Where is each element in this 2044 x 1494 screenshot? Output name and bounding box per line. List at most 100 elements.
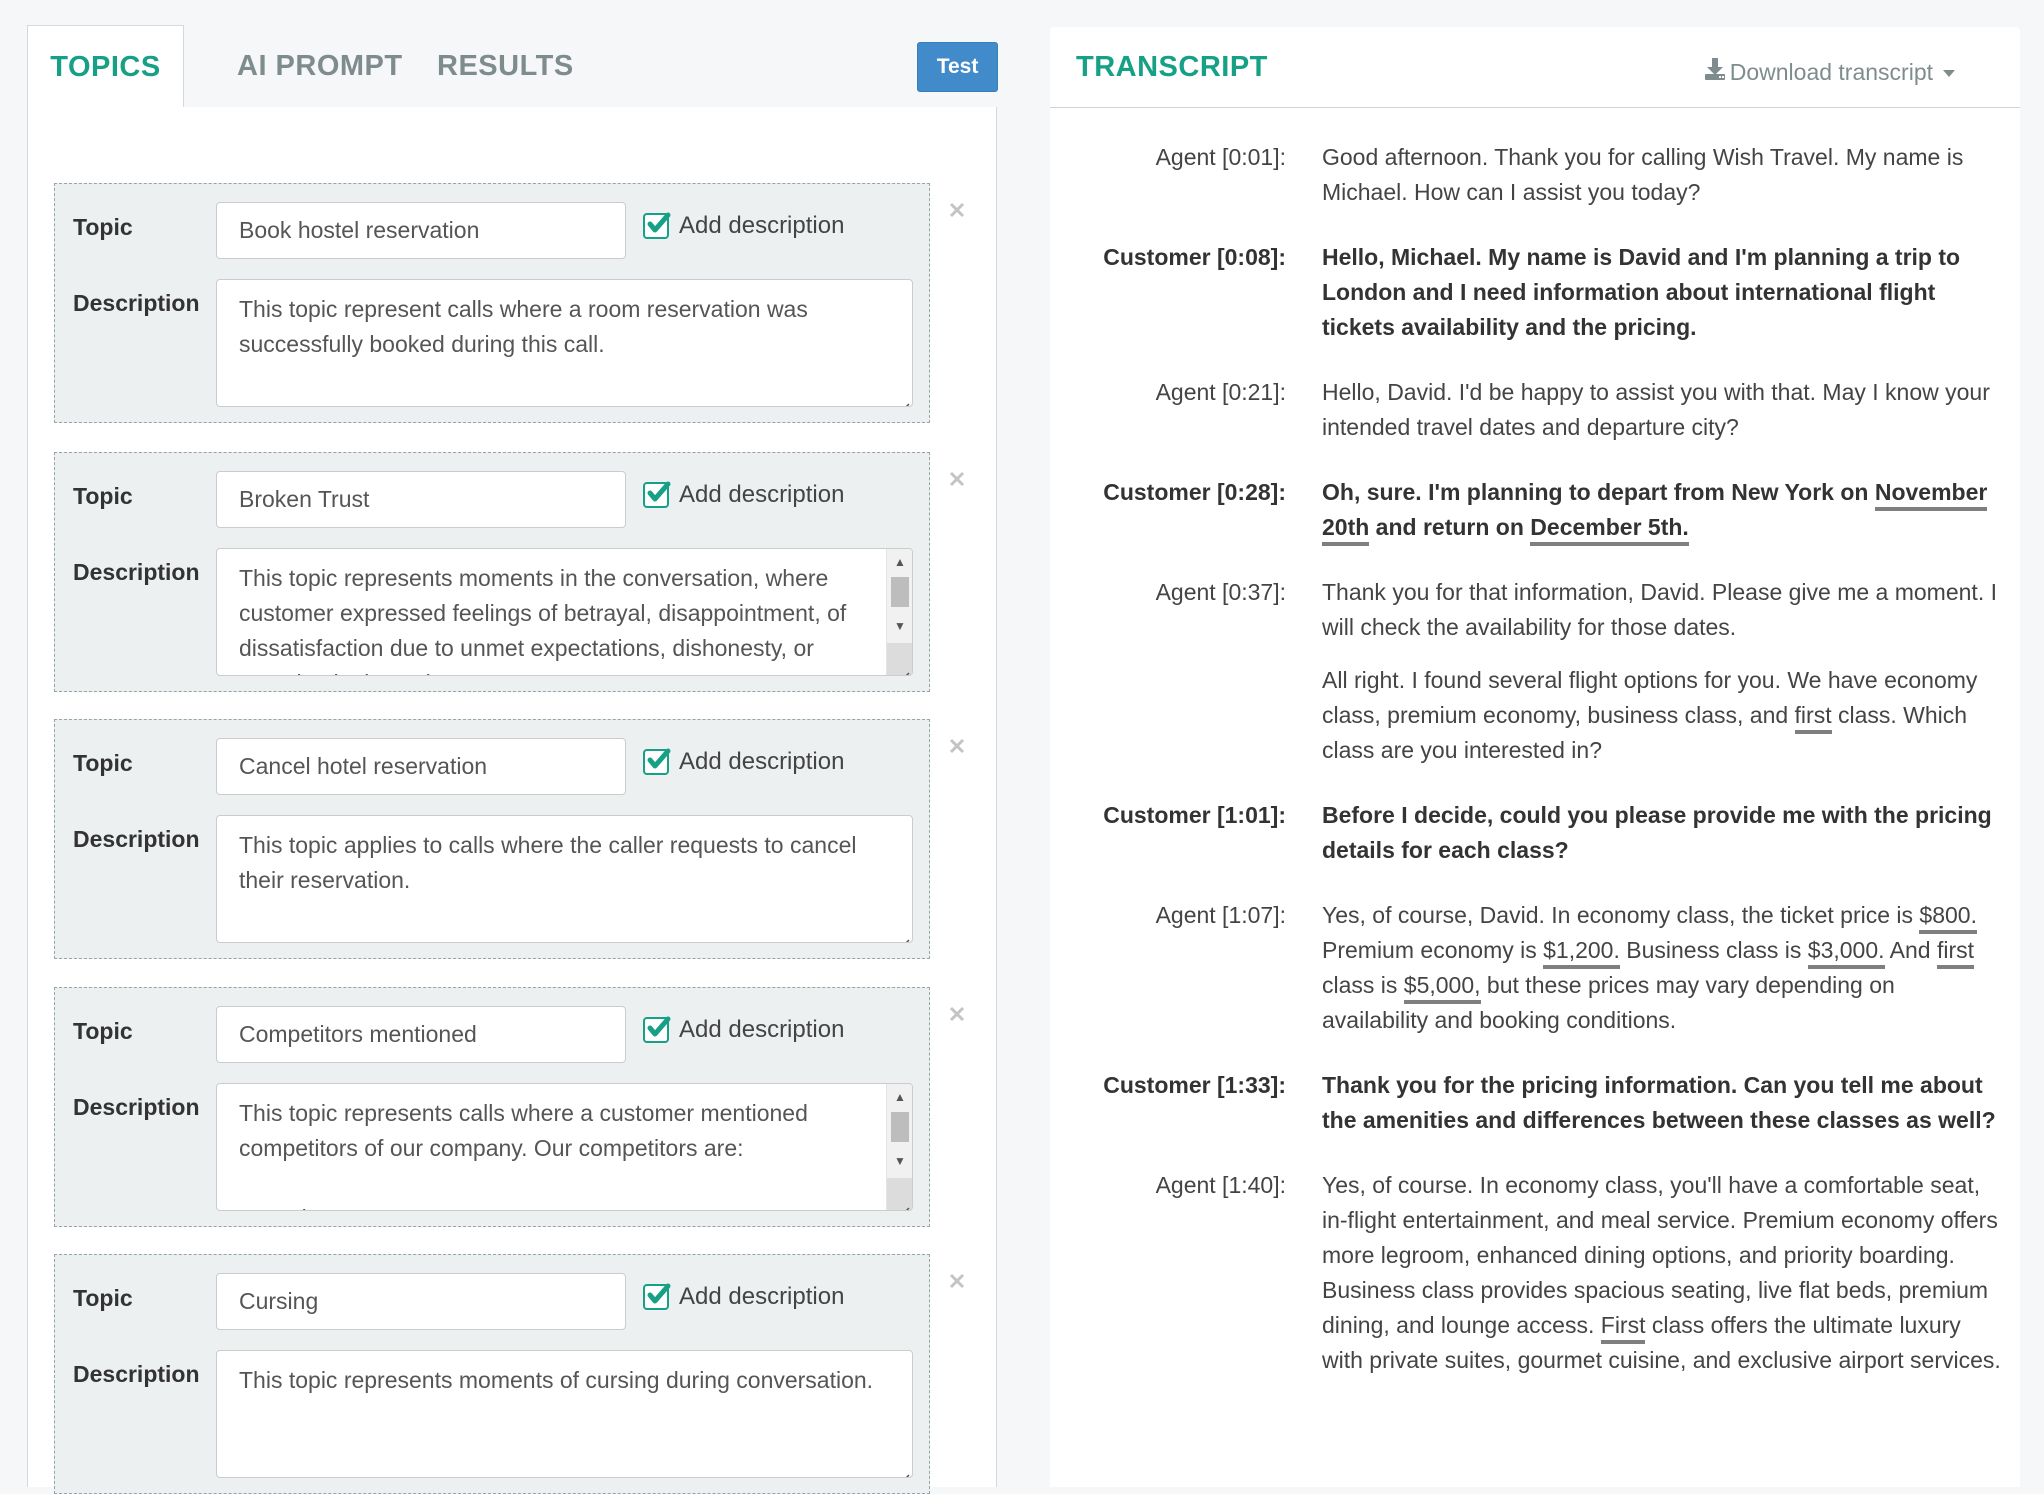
- resize-grip-icon[interactable]: [896, 1194, 910, 1210]
- message-column: Hello, Michael. My name is David and I'm…: [1322, 240, 2002, 345]
- scroll-up-arrow-icon[interactable]: ▲: [887, 1086, 912, 1108]
- description-label: Description: [73, 1094, 200, 1120]
- remove-topic-button[interactable]: [948, 1272, 972, 1296]
- resize-grip-icon[interactable]: [896, 926, 910, 942]
- transcript-turn: Customer [1:01]: Before I decide, could y…: [1050, 798, 2020, 868]
- resize-grip-icon[interactable]: [896, 1461, 910, 1477]
- message-text: Hello, David. I'd be happy to assist you…: [1322, 375, 2002, 445]
- download-transcript-button[interactable]: Download transcript: [1704, 57, 1955, 87]
- caret-down-icon: [1943, 70, 1955, 77]
- remove-topic-button[interactable]: [948, 201, 972, 225]
- topic-name-input[interactable]: [216, 471, 626, 528]
- topic-label: Topic: [73, 1018, 133, 1044]
- transcript-turn: Agent [0:01]: Good afternoon. Thank you f…: [1050, 140, 2020, 210]
- highlighted-entity[interactable]: $800.: [1919, 902, 1977, 934]
- message-text: Yes, of course. In economy class, you'll…: [1322, 1168, 2002, 1378]
- scroll-up-arrow-icon[interactable]: ▲: [887, 551, 912, 573]
- topic-label: Topic: [73, 214, 133, 240]
- textarea-scrollbar[interactable]: ▲ ▼: [886, 1084, 912, 1210]
- message-segment: Before I decide, could you please provid…: [1322, 802, 1992, 863]
- description-label: Description: [73, 290, 200, 316]
- close-icon: [949, 202, 965, 218]
- highlighted-entity[interactable]: December 5th.: [1530, 514, 1689, 546]
- description-textarea[interactable]: This topic represents moments of cursing…: [216, 1350, 913, 1478]
- close-icon: [949, 471, 965, 487]
- scroll-down-arrow-icon[interactable]: ▼: [887, 615, 912, 637]
- scroll-thumb[interactable]: [891, 1112, 909, 1142]
- add-description-checkbox[interactable]: Add description: [643, 1283, 844, 1311]
- add-description-checkbox[interactable]: Add description: [643, 481, 844, 509]
- speaker-label: Customer [1:33]:: [1103, 1072, 1286, 1098]
- close-icon: [949, 1273, 965, 1289]
- transcript-turn: Agent [1:07]: Yes, of course, David. In e…: [1050, 898, 2020, 1038]
- remove-topic-button[interactable]: [948, 1005, 972, 1029]
- message-column: Yes, of course. In economy class, you'll…: [1322, 1168, 2002, 1378]
- message-segment: Business class is: [1619, 937, 1808, 963]
- remove-topic-button[interactable]: [948, 737, 972, 761]
- topic-label: Topic: [73, 483, 133, 509]
- message-column: Before I decide, could you please provid…: [1322, 798, 2002, 868]
- topic-name-input[interactable]: [216, 738, 626, 795]
- scroll-down-arrow-icon[interactable]: ▼: [887, 1150, 912, 1172]
- description-textarea[interactable]: This topic represent calls where a room …: [216, 279, 913, 407]
- add-description-label: Add description: [679, 212, 845, 239]
- tab-results[interactable]: RESULTS: [411, 25, 600, 108]
- remove-topic-button[interactable]: [948, 470, 972, 494]
- description-label: Description: [73, 1361, 200, 1387]
- topics-list: Topic Add description Description This topi…: [27, 107, 997, 1494]
- close-icon: [949, 738, 965, 754]
- message-segment: Yes, of course, David. In economy class,…: [1322, 902, 1920, 928]
- message-text: Oh, sure. I'm planning to depart from Ne…: [1322, 475, 2002, 546]
- highlighted-entity[interactable]: $3,000.: [1807, 937, 1885, 969]
- topic-name-input[interactable]: [216, 1006, 626, 1063]
- highlighted-entity[interactable]: $5,000,: [1403, 972, 1481, 1004]
- description-textarea[interactable]: This topic applies to calls where the ca…: [216, 815, 913, 943]
- message-segment: and return on: [1369, 514, 1531, 540]
- topic-card: Topic Add description Description This topi…: [54, 987, 930, 1227]
- topic-name-input[interactable]: [216, 202, 626, 259]
- highlighted-entity[interactable]: first: [1936, 937, 1975, 969]
- add-description-checkbox[interactable]: Add description: [643, 1016, 844, 1044]
- description-label: Description: [73, 559, 200, 585]
- topic-card: Topic Add description Description This topi…: [54, 1254, 930, 1494]
- topic-card: Topic Add description Description This topi…: [54, 719, 930, 959]
- message-segment: Premium economy is: [1322, 937, 1544, 963]
- description-textarea[interactable]: This topic represents moments in the con…: [216, 548, 913, 676]
- add-description-checkbox[interactable]: Add description: [643, 212, 844, 240]
- highlighted-entity[interactable]: first: [1794, 702, 1832, 734]
- transcript-turn: Customer [1:33]: Thank you for the pricin…: [1050, 1068, 2020, 1138]
- tab-ai-prompt[interactable]: AI PROMPT: [211, 25, 429, 108]
- resize-grip-icon[interactable]: [896, 390, 910, 406]
- textarea-scrollbar[interactable]: ▲ ▼: [886, 549, 912, 675]
- message-column: Thank you for that information, David. P…: [1322, 575, 2002, 768]
- message-column: Yes, of course, David. In economy class,…: [1322, 898, 2002, 1038]
- highlighted-entity[interactable]: First: [1600, 1312, 1646, 1344]
- transcript-panel: TRANSCRIPT Download transcript Agent [0:…: [1050, 27, 2020, 1487]
- transcript-header: TRANSCRIPT Download transcript: [1050, 27, 2020, 108]
- test-button[interactable]: Test: [917, 42, 998, 92]
- speaker-label: Agent [0:37]:: [1155, 579, 1286, 605]
- add-description-checkbox[interactable]: Add description: [643, 748, 844, 776]
- transcript-turn: Agent [0:37]: Thank you for that informat…: [1050, 575, 2020, 768]
- topic-name-input[interactable]: [216, 1273, 626, 1330]
- description-text: This topic represents moments in the con…: [239, 565, 847, 675]
- description-textarea[interactable]: This topic represents calls where a cust…: [216, 1083, 913, 1211]
- scroll-thumb[interactable]: [891, 577, 909, 607]
- resize-grip-icon[interactable]: [896, 659, 910, 675]
- message-segment: Thank you for that information, David. P…: [1322, 579, 1997, 640]
- description-text: This topic represents moments of cursing…: [239, 1367, 874, 1393]
- message-column: Oh, sure. I'm planning to depart from Ne…: [1322, 475, 2002, 546]
- description-text: This topic represents calls where a cust…: [239, 1100, 808, 1210]
- add-description-label: Add description: [679, 481, 845, 508]
- message-text: Thank you for the pricing information. C…: [1322, 1068, 2002, 1138]
- speaker-label: Customer [0:28]:: [1103, 479, 1286, 505]
- message-segment: Oh, sure. I'm planning to depart from Ne…: [1322, 479, 1875, 505]
- topic-label: Topic: [73, 1285, 133, 1311]
- description-text: This topic applies to calls where the ca…: [239, 832, 863, 893]
- tab-topics[interactable]: TOPICS: [27, 25, 184, 109]
- highlighted-entity[interactable]: $1,200.: [1543, 937, 1620, 969]
- message-segment: class is: [1322, 972, 1404, 998]
- checkbox-checked-icon: [643, 1016, 671, 1043]
- message-segment: And: [1884, 937, 1937, 963]
- topic-card: Topic Add description Description This topi…: [54, 183, 930, 423]
